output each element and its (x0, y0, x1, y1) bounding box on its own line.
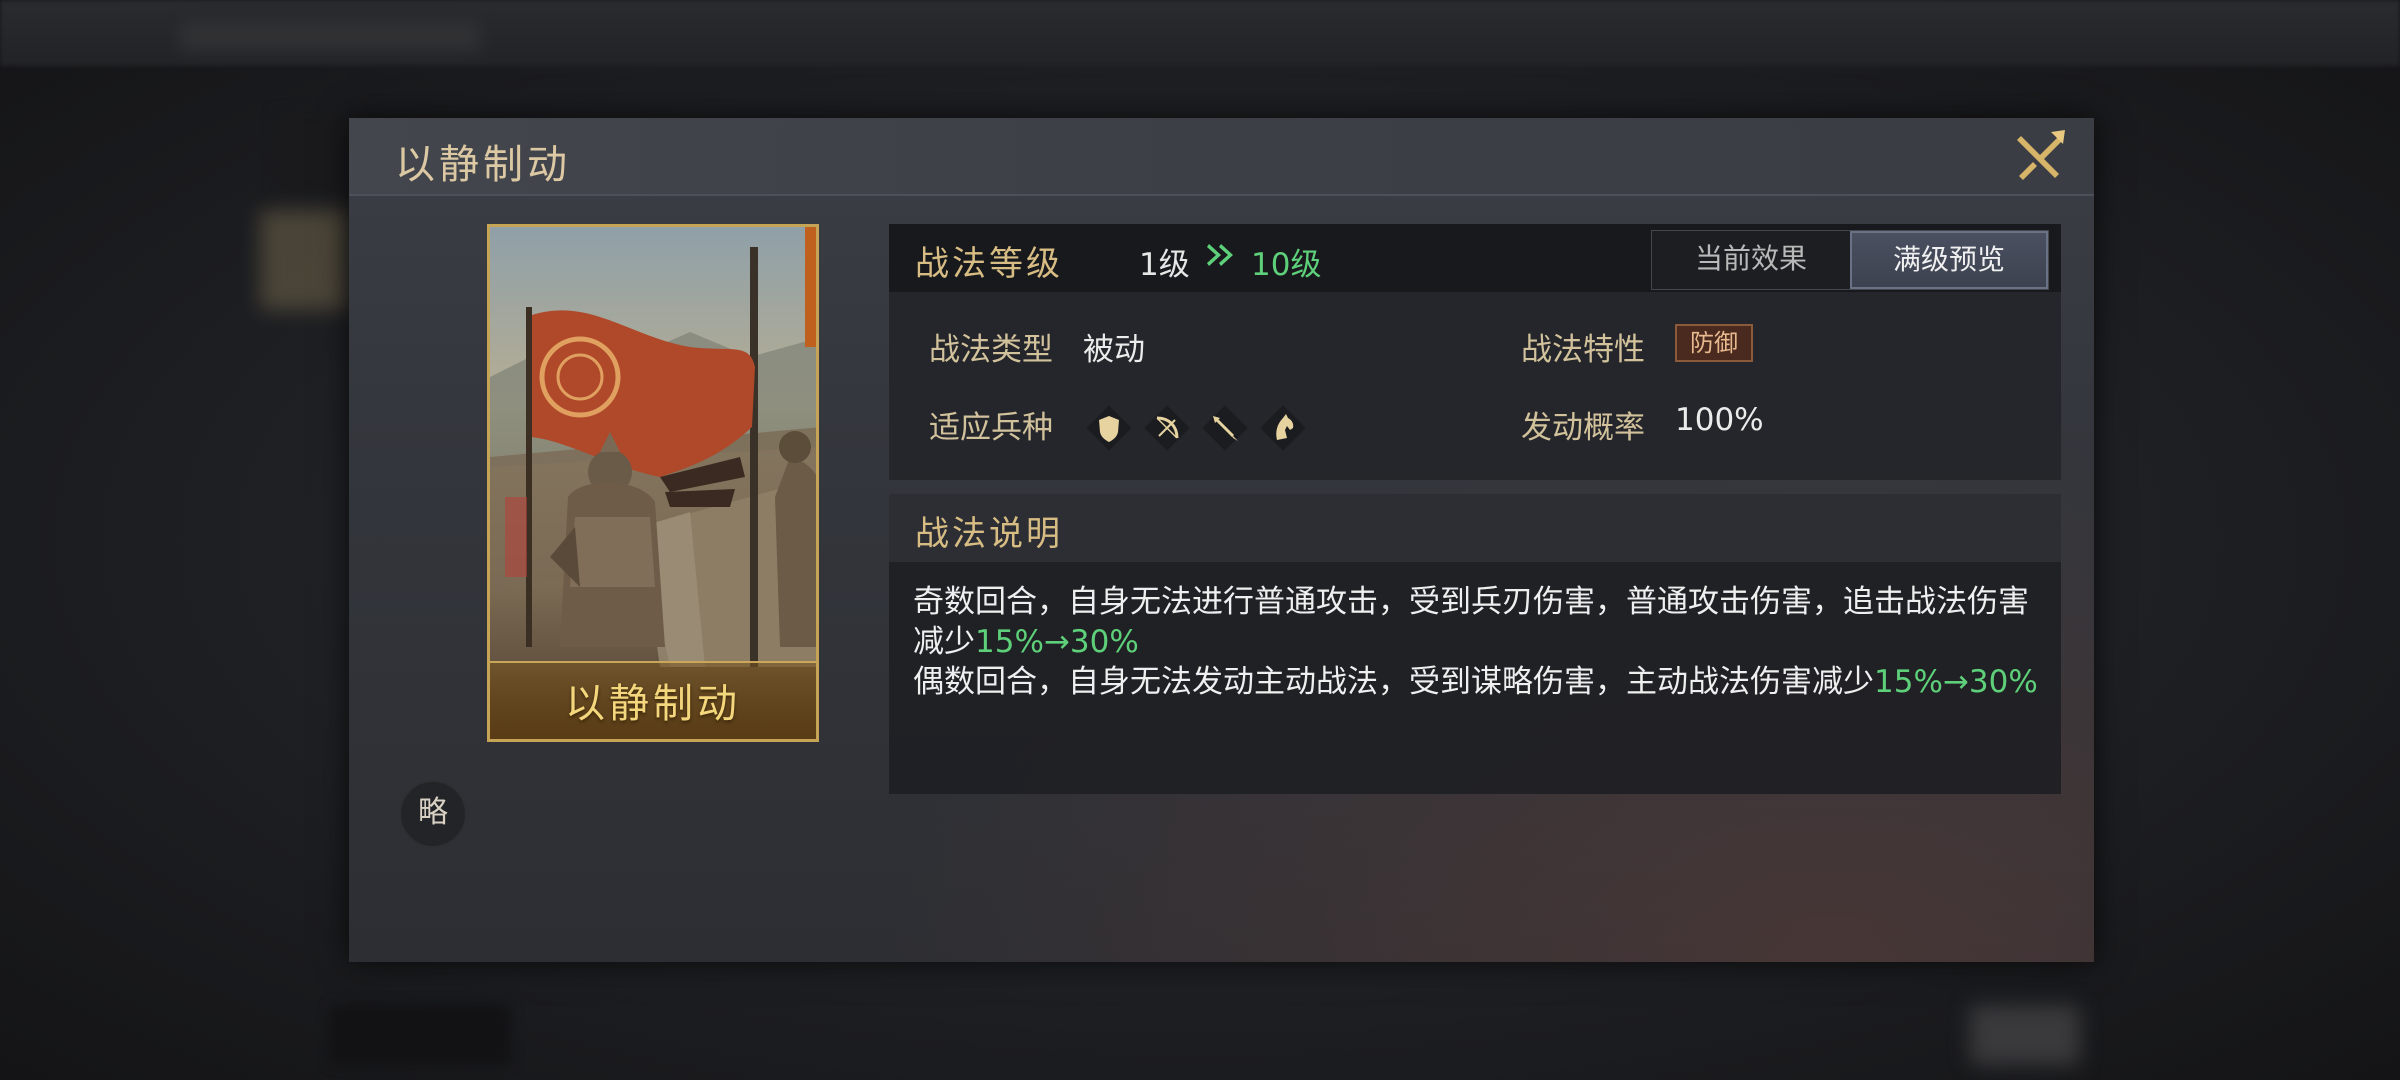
spear-icon (1202, 405, 1248, 451)
blurred-bg-button (330, 1005, 510, 1065)
effect-tabs: 当前效果 满级预览 (1651, 230, 2049, 290)
activation-rate-value: 100% (1675, 402, 1764, 438)
skill-type-label: 战法类型 (929, 332, 1053, 368)
dialog-title: 以静制动 (395, 142, 571, 188)
skill-type-value: 被动 (1083, 332, 1145, 368)
skill-card: 以静制动 (487, 224, 819, 742)
troop-types-label: 适应兵种 (929, 410, 1053, 446)
bow-icon (1144, 405, 1190, 451)
blurred-bg-button (1970, 1005, 2080, 1065)
skill-info-panel: 战法等级 1级 10级 当前效果 满级预览 战法类型 被动 战法特性 防御 适应… (889, 224, 2061, 480)
close-button[interactable] (2011, 128, 2069, 186)
card-name: 以静制动 (565, 681, 741, 727)
blurred-bg-element (275, 112, 355, 192)
tab-current-effect[interactable]: 当前效果 (1652, 231, 1850, 289)
skill-trait-label: 战法特性 (1521, 332, 1645, 368)
description-line-even: 偶数回合，自身无法发动主动战法，受到谋略伤害，主动战法伤害减少 (913, 664, 1874, 700)
skill-level-bar: 战法等级 1级 10级 当前效果 满级预览 (889, 224, 2061, 292)
skill-level-label: 战法等级 (915, 244, 1063, 284)
blurred-bg-element (260, 210, 350, 310)
horse-icon (1260, 405, 1306, 451)
skill-trait-badge: 防御 (1675, 324, 1753, 362)
skill-description-panel: 战法说明 奇数回合，自身无法进行普通攻击，受到兵刃伤害，普通攻击伤害，追击战法伤… (889, 494, 2061, 794)
tab-max-level-preview[interactable]: 满级预览 (1850, 231, 2048, 289)
strategy-type-badge: 略 (399, 780, 467, 848)
dialog-header: 以静制动 (349, 118, 2094, 196)
blurred-bg-element (180, 22, 480, 52)
skill-detail-dialog: 以静制动 以静制动 略 战法等级 1级 10级 当前效果 满级预览 战法类型 被… (349, 118, 2094, 962)
double-chevron-right-icon (1207, 244, 1233, 266)
description-header: 战法说明 (889, 494, 2061, 562)
activation-rate-label: 发动概率 (1521, 410, 1645, 446)
description-text: 奇数回合，自身无法进行普通攻击，受到兵刃伤害，普通攻击伤害，追击战法伤害减少15… (913, 582, 2043, 702)
shield-icon (1086, 405, 1132, 451)
max-level: 10级 (1251, 247, 1322, 283)
description-line-even-value: 15%→30% (1874, 664, 2038, 700)
description-line-odd-value: 15%→30% (975, 624, 1139, 660)
current-level: 1级 (1139, 247, 1190, 283)
description-title: 战法说明 (915, 514, 1063, 554)
card-name-band: 以静制动 (490, 661, 816, 739)
close-icon (2017, 130, 2065, 180)
